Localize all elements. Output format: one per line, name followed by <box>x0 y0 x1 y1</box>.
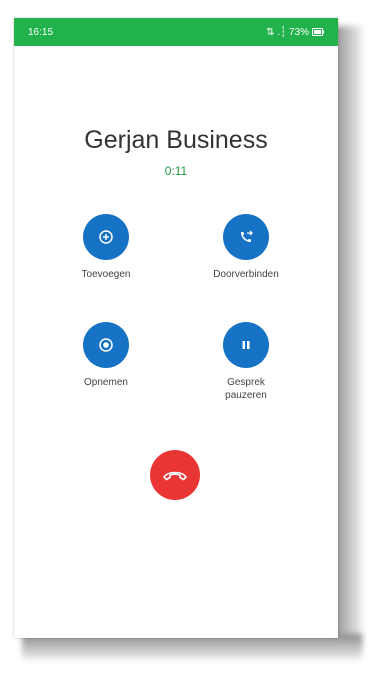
status-bar: 16:15 ⇅ .┆ 73% <box>14 18 338 46</box>
record-label: Opnemen <box>84 377 128 388</box>
transfer-call-label: Doorverbinden <box>213 269 279 280</box>
record-icon <box>99 338 113 352</box>
transfer-call-icon <box>241 230 253 242</box>
add-call-button[interactable] <box>83 214 129 260</box>
pause-call-action: Gesprek pauzeren <box>186 322 306 402</box>
end-call-button[interactable] <box>150 450 200 500</box>
phone-screen: 16:15 ⇅ .┆ 73% Gerjan Business 0:11 Toev… <box>14 18 338 638</box>
status-time: 16:15 <box>28 26 54 38</box>
status-indicators: ⇅ .┆ 73% <box>266 26 309 38</box>
add-call-label: Toevoegen <box>81 269 131 280</box>
record-button[interactable] <box>83 322 129 368</box>
call-timer: 0:11 <box>164 164 188 178</box>
transfer-call-action: Doorverbinden <box>186 214 306 281</box>
caller-name: Gerjan Business <box>84 126 268 154</box>
transfer-call-button[interactable] <box>223 214 269 260</box>
add-call-icon <box>99 230 113 244</box>
pause-call-button[interactable] <box>223 322 269 368</box>
record-action: Opnemen <box>46 322 166 389</box>
status-indicators-group: ⇅ .┆ 73% <box>266 27 324 38</box>
add-call-action: Toevoegen <box>46 214 166 281</box>
pause-call-label: Gesprek pauzeren <box>225 377 267 401</box>
battery-icon <box>312 28 324 36</box>
pause-icon <box>242 341 250 349</box>
end-call-icon <box>163 471 187 481</box>
